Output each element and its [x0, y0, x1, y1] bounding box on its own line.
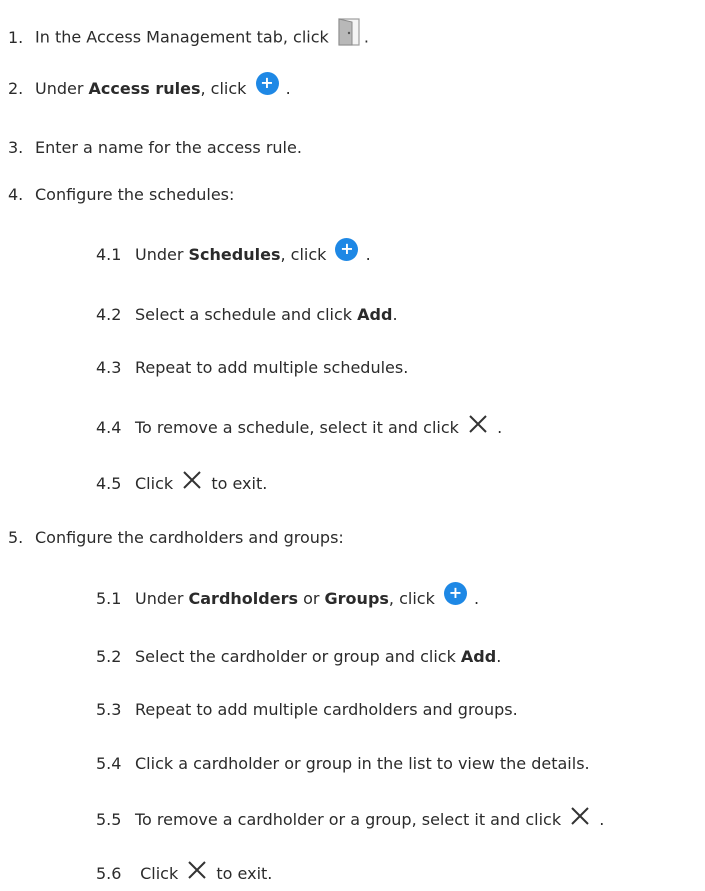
door-icon [338, 18, 360, 46]
step-text: Click a cardholder or group in the list … [135, 754, 590, 773]
substep-4-4: 4.4 To remove a schedule, select it and c… [96, 414, 503, 439]
step-period: . [474, 589, 480, 608]
step-bold-term: Cardholders [188, 589, 298, 608]
step-number: 5. [8, 528, 24, 547]
step-5: 5. Configure the cardholders and groups: [8, 528, 344, 548]
step-period: . [497, 418, 503, 437]
step-text: Enter a name for the access rule. [35, 138, 302, 157]
step-number: 3. [8, 138, 24, 157]
step-period: . [599, 810, 605, 829]
step-number: 4. [8, 185, 24, 204]
step-1: 1. In the Access Management tab, click . [8, 18, 369, 52]
substep-4-5: 4.5 Click to exit. [96, 470, 268, 495]
step-number: 4.3 [96, 358, 122, 377]
plus-circle-icon: + [443, 582, 467, 605]
step-period: . [363, 27, 369, 47]
step-text: Configure the schedules: [35, 185, 235, 204]
close-x-icon [182, 470, 202, 490]
step-text: to exit. [216, 864, 273, 883]
step-text: Under [35, 79, 89, 98]
substep-5-6: 5.6 Click to exit. [96, 860, 273, 885]
step-number: 2. [8, 79, 24, 98]
step-3: 3. Enter a name for the access rule. [8, 138, 302, 158]
step-2: 2. Under Access rules, click + . [8, 72, 291, 101]
step-bold-term: Add [460, 647, 497, 666]
substep-5-2: 5.2 Select the cardholder or group and cl… [96, 647, 501, 667]
step-text: Select a schedule and click [135, 305, 358, 324]
substep-4-2: 4.2 Select a schedule and click Add. [96, 305, 398, 325]
step-text: , click [200, 79, 247, 98]
step-number: 4.2 [96, 305, 122, 324]
substep-5-4: 5.4 Click a cardholder or group in the li… [96, 754, 590, 774]
step-period: . [365, 245, 371, 264]
step-text: In the Access Management tab, click [35, 27, 329, 47]
step-number: 4.4 [96, 418, 122, 437]
step-bold-term: Add [357, 305, 393, 324]
step-period: . [496, 647, 502, 666]
substep-5-1: 5.1 Under Cardholders or Groups, click + … [96, 582, 480, 611]
substep-5-3: 5.3 Repeat to add multiple cardholders an… [96, 700, 518, 720]
step-number: 5.5 [96, 810, 122, 829]
close-x-icon [570, 806, 590, 826]
step-period: . [392, 305, 398, 324]
step-bold-term: Groups [324, 589, 389, 608]
substep-5-5: 5.5 To remove a cardholder or a group, se… [96, 806, 605, 831]
step-number: 5.6 [96, 864, 122, 883]
step-text: Click [135, 864, 179, 883]
step-number: 5.2 [96, 647, 122, 666]
step-number: 4.5 [96, 474, 122, 493]
step-text: Select the cardholder or group and click [135, 647, 461, 666]
step-text: , click [280, 245, 327, 264]
step-4: 4. Configure the schedules: [8, 185, 234, 205]
step-text: Under [135, 245, 189, 264]
step-number: 5.4 [96, 754, 122, 773]
step-text: Under [135, 589, 189, 608]
close-x-icon [468, 414, 488, 434]
substep-4-3: 4.3 Repeat to add multiple schedules. [96, 358, 408, 378]
step-number: 5.1 [96, 589, 122, 608]
step-text: , click [388, 589, 435, 608]
plus-circle-icon: + [335, 238, 359, 261]
step-period: . [285, 79, 291, 98]
step-bold-term: Access rules [88, 79, 201, 98]
step-text: To remove a cardholder or a group, selec… [135, 810, 562, 829]
step-number: 5.3 [96, 700, 122, 719]
step-text: Repeat to add multiple schedules. [135, 358, 409, 377]
step-number: 1. [8, 27, 24, 47]
step-text: Click [135, 474, 174, 493]
step-text: Configure the cardholders and groups: [35, 528, 344, 547]
step-text: To remove a schedule, select it and clic… [135, 418, 459, 437]
step-text: Repeat to add multiple cardholders and g… [135, 700, 518, 719]
step-text: to exit. [211, 474, 268, 493]
step-number: 4.1 [96, 245, 122, 264]
step-text: or [297, 589, 325, 608]
close-x-icon [187, 860, 207, 880]
plus-circle-icon: + [255, 72, 279, 95]
substep-4-1: 4.1 Under Schedules, click + . [96, 238, 371, 267]
step-bold-term: Schedules [188, 245, 281, 264]
